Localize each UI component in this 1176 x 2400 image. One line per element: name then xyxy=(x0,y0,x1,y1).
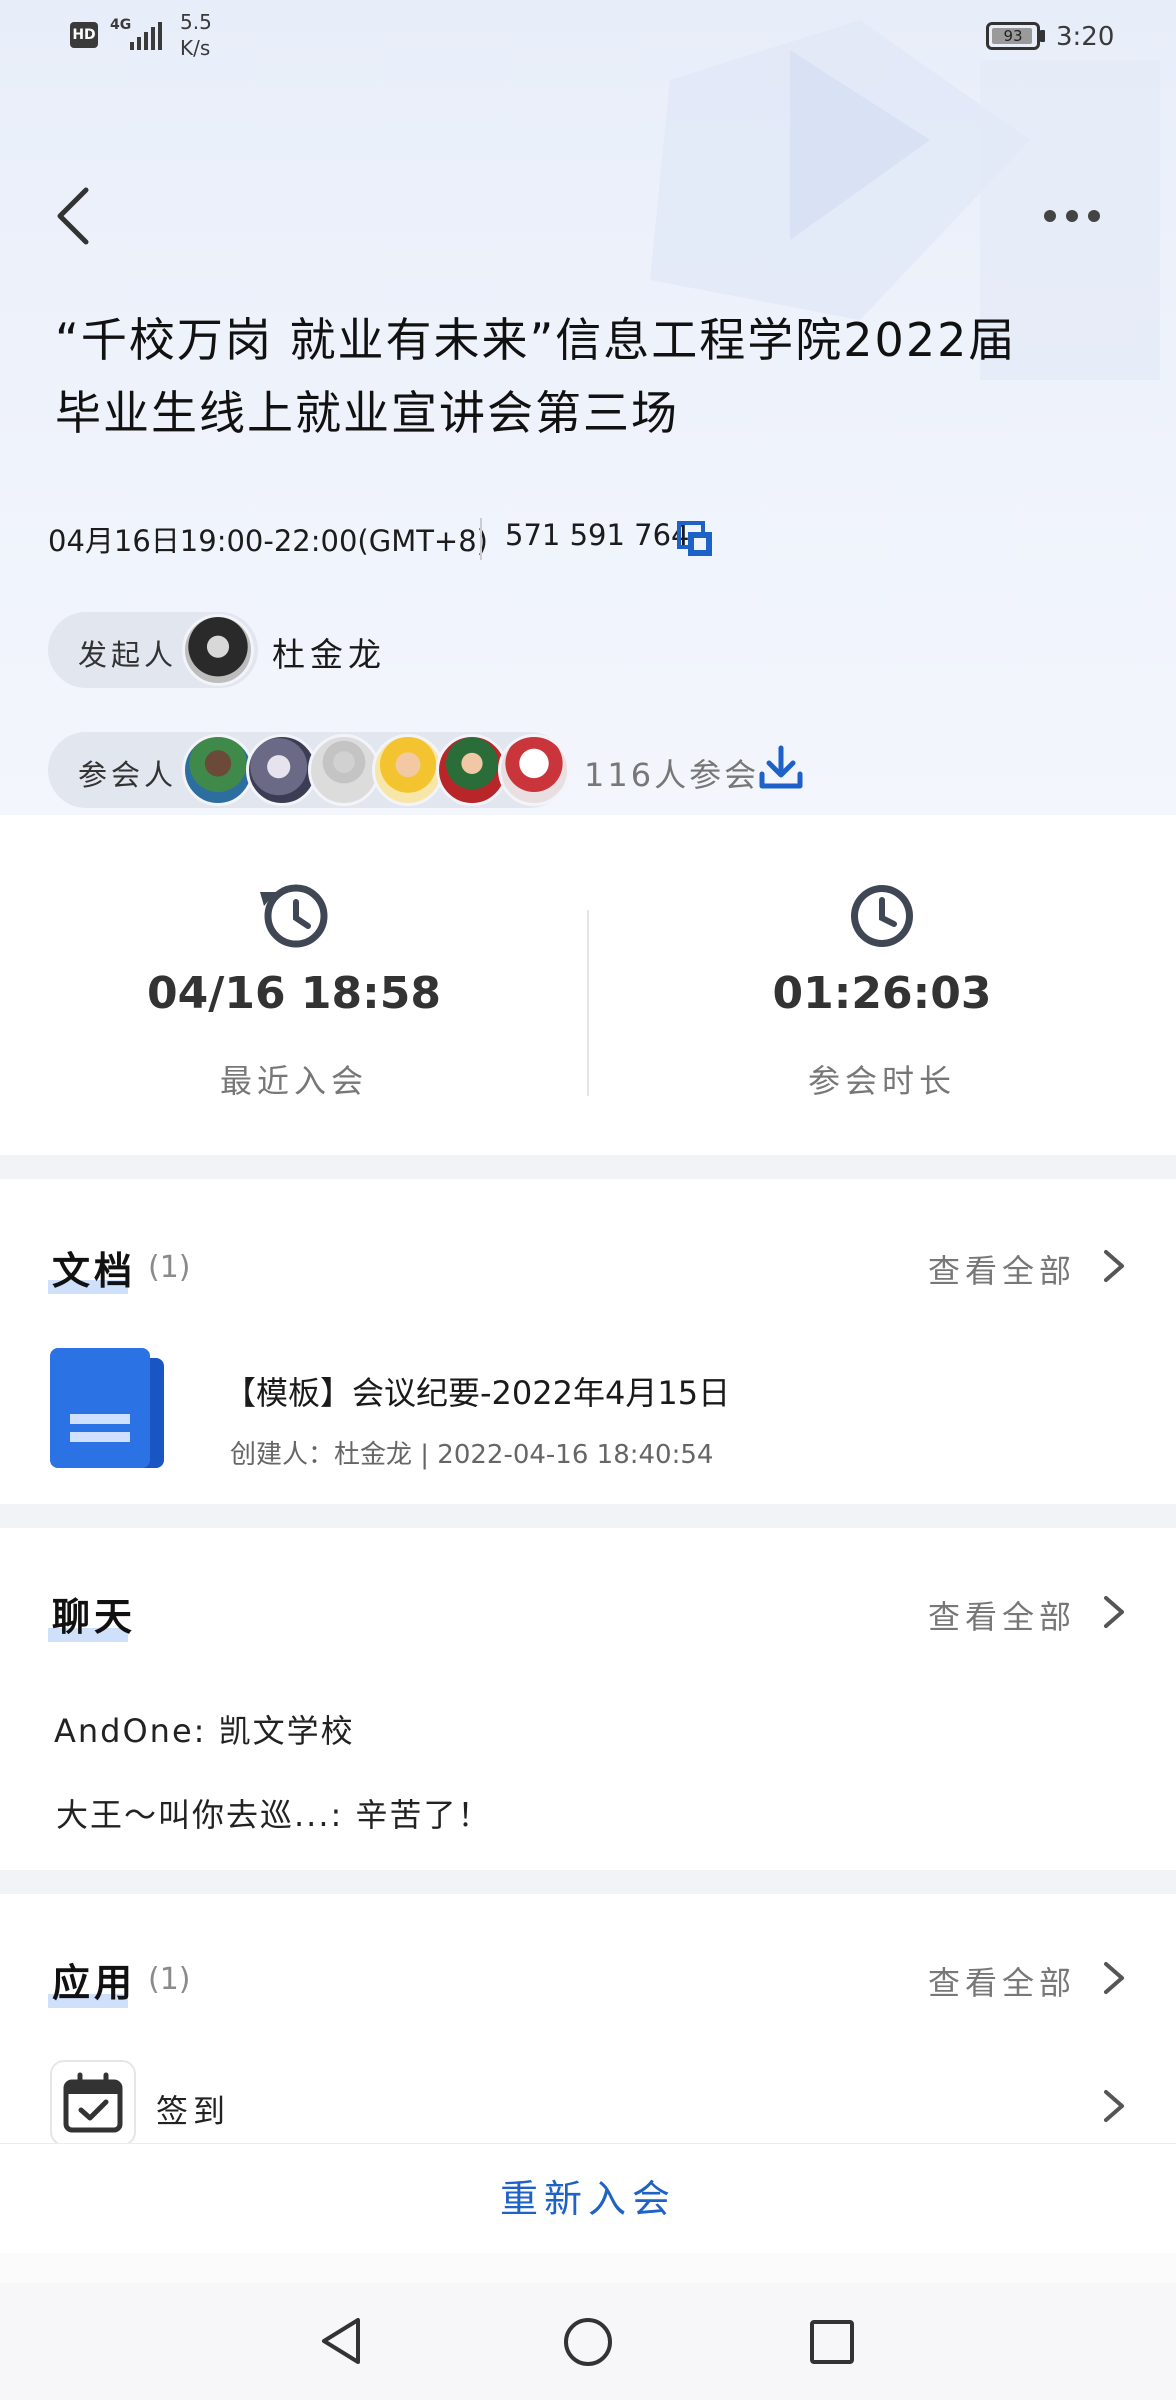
avatar[interactable] xyxy=(308,734,380,806)
meeting-title: “千校万岗 就业有未来”信息工程学院2022届 毕业生线上就业宣讲会第三场 xyxy=(55,304,1135,450)
avatar[interactable] xyxy=(498,734,570,806)
signal-icon xyxy=(130,22,162,50)
chevron-right-icon[interactable] xyxy=(1100,1958,1128,1998)
clock: 3:20 xyxy=(1056,22,1115,52)
network-speed-unit: K/s xyxy=(180,36,211,60)
app-name: 签到 xyxy=(156,2092,231,2130)
avatar[interactable] xyxy=(372,734,444,806)
back-icon[interactable] xyxy=(50,184,96,248)
chevron-right-icon[interactable] xyxy=(1100,1246,1128,1286)
battery-level: 93 xyxy=(1003,27,1023,45)
document-name: 【模板】会议纪要-2022年4月15日 xyxy=(224,1374,731,1412)
nav-back-icon[interactable] xyxy=(316,2314,366,2368)
more-icon[interactable] xyxy=(1040,198,1104,234)
meeting-id: 571 591 764 xyxy=(505,518,690,552)
section-gap xyxy=(0,1870,1176,1894)
avatar[interactable] xyxy=(182,734,254,806)
chevron-right-icon[interactable] xyxy=(1100,1592,1128,1632)
last-join-label: 最近入会 xyxy=(219,1062,368,1100)
meeting-time: 04月16日19:00-22:00(GMT+8) xyxy=(48,524,488,558)
document-meta: 创建人：杜金龙 | 2022-04-16 18:40:54 xyxy=(230,1440,714,1470)
rejoin-button[interactable]: 重新入会 xyxy=(0,2143,1176,2254)
documents-title: 文档 xyxy=(52,1249,137,1293)
calendar-check-icon xyxy=(63,2072,123,2133)
download-icon[interactable] xyxy=(758,744,804,792)
documents-count: (1) xyxy=(148,1250,191,1285)
history-clock-icon xyxy=(260,884,328,948)
nav-home-icon[interactable] xyxy=(562,2316,614,2368)
nav-recents-icon[interactable] xyxy=(808,2318,856,2366)
chat-view-all[interactable]: 查看全部 xyxy=(928,1592,1076,1638)
document-item[interactable] xyxy=(0,1330,1176,1500)
background-decoration xyxy=(650,20,1160,380)
duration-value: 01:26:03 xyxy=(772,968,992,1019)
document-icon xyxy=(50,1348,164,1468)
section-gap xyxy=(0,1155,1176,1179)
organizer-label: 发起人 xyxy=(78,638,178,672)
hd-badge: HD xyxy=(70,22,98,48)
meeting-title-line1: “千校万岗 就业有未来”信息工程学院2022届 xyxy=(55,313,1017,367)
apps-count: (1) xyxy=(148,1962,191,1997)
duration-label: 参会时长 xyxy=(807,1062,956,1100)
divider xyxy=(480,518,482,560)
last-join-value: 04/16 18:58 xyxy=(147,968,441,1019)
organizer-name: 杜金龙 xyxy=(272,635,386,674)
network-speed-value: 5.5 xyxy=(180,10,212,34)
battery-icon: 93 xyxy=(986,22,1040,50)
chat-title: 聊天 xyxy=(52,1595,137,1639)
section-gap xyxy=(0,1504,1176,1528)
chat-message: AndOne: 凯文学校 xyxy=(54,1712,355,1750)
apps-view-all[interactable]: 查看全部 xyxy=(928,1958,1076,2004)
participants-count: 116人参会 xyxy=(584,756,760,794)
documents-view-all[interactable]: 查看全部 xyxy=(928,1246,1076,1292)
chat-message: 大王～叫你去巡...: 辛苦了！ xyxy=(56,1796,492,1834)
clock-icon xyxy=(851,885,913,947)
chevron-right-icon[interactable] xyxy=(1100,2086,1128,2126)
apps-title: 应用 xyxy=(52,1961,137,2005)
copy-icon[interactable] xyxy=(676,520,716,560)
participants-label: 参会人 xyxy=(78,758,178,792)
meeting-title-line2: 毕业生线上就业宣讲会第三场 xyxy=(55,386,679,440)
avatar[interactable] xyxy=(182,614,254,686)
